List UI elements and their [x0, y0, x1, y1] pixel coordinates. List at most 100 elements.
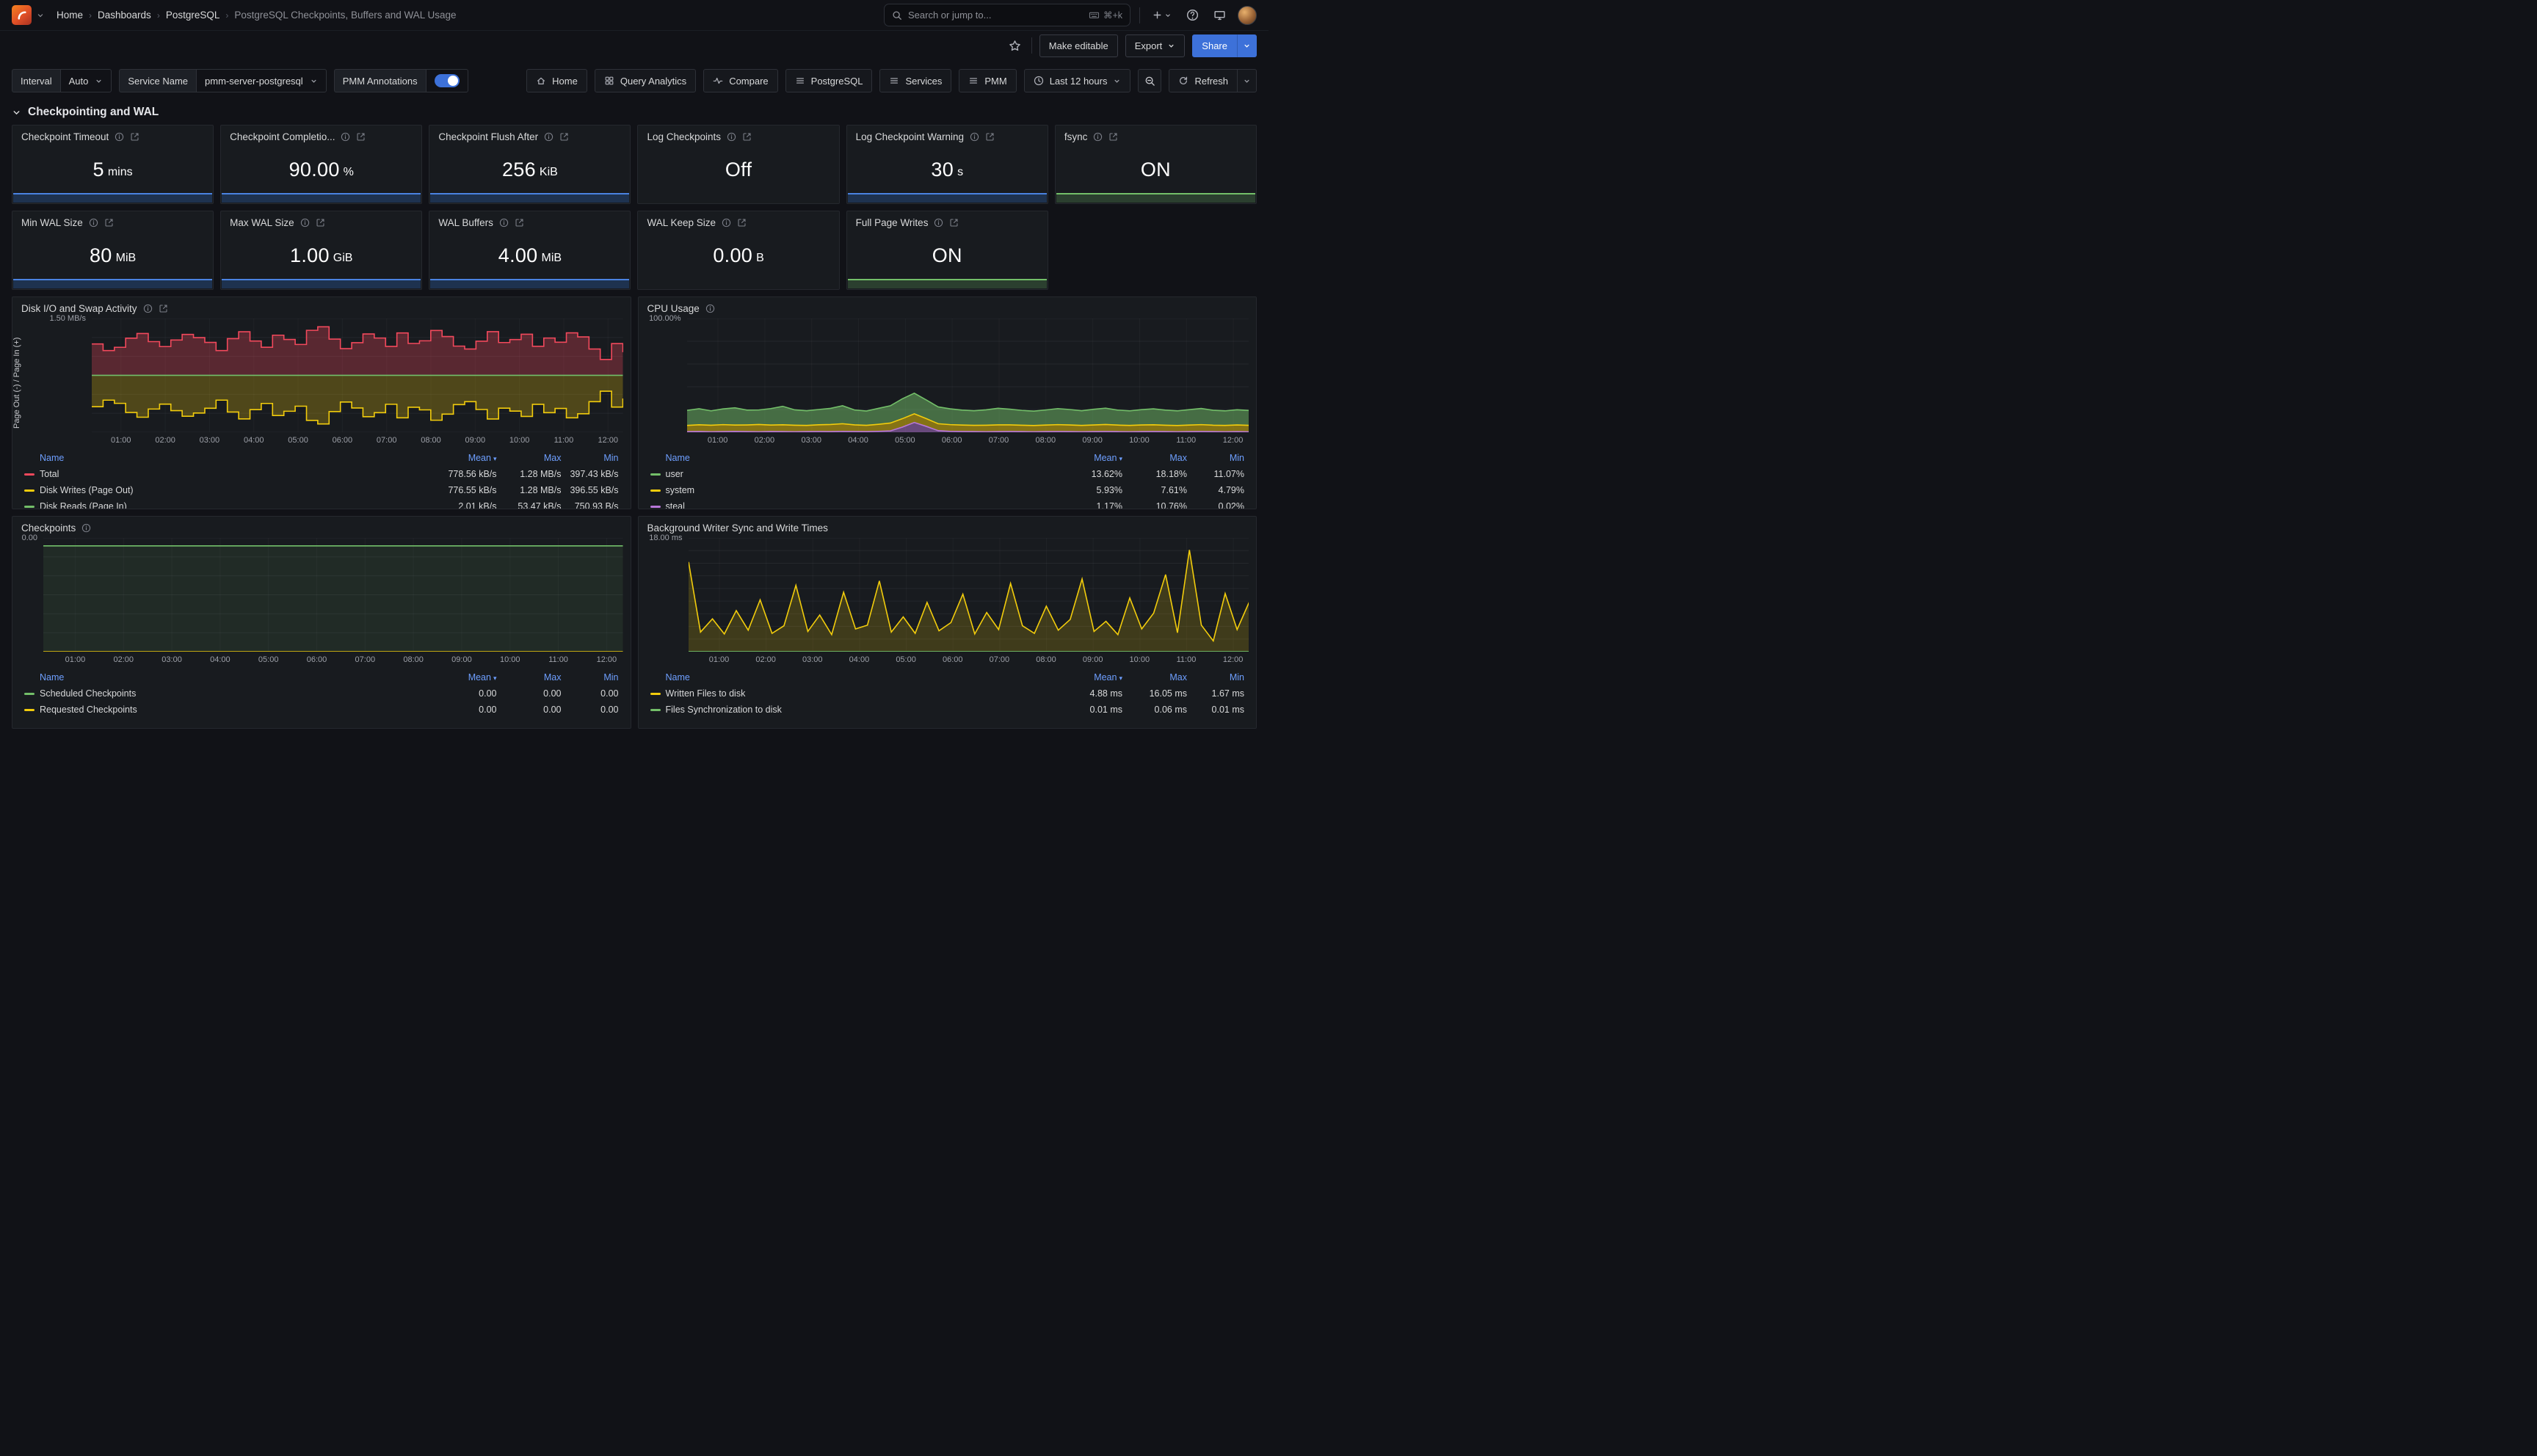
info-icon[interactable]: [970, 132, 979, 142]
external-link-icon[interactable]: [130, 132, 139, 142]
info-icon[interactable]: [544, 132, 554, 142]
legend-col-name[interactable]: Name: [24, 672, 420, 682]
info-icon[interactable]: [143, 304, 153, 313]
panel-title[interactable]: Full Page Writes: [856, 217, 929, 228]
legend-row-scheduled-checkpoints[interactable]: Scheduled Checkpoints0.000.000.00: [24, 685, 619, 702]
zoom-out-button[interactable]: [1138, 69, 1161, 92]
search-input[interactable]: Search or jump to... ⌘+k: [884, 4, 1130, 26]
legend-series-name[interactable]: Disk Writes (Page Out): [40, 485, 134, 495]
panel-title[interactable]: Log Checkpoints: [647, 131, 721, 142]
legend-row-files-synchronization-to-disk[interactable]: Files Synchronization to disk0.01 ms0.06…: [650, 702, 1245, 718]
avatar[interactable]: [1238, 6, 1257, 25]
info-icon[interactable]: [722, 218, 731, 228]
export-button[interactable]: Export: [1125, 34, 1186, 57]
panel-title[interactable]: Disk I/O and Swap Activity: [21, 303, 137, 314]
legend-col-max[interactable]: Max: [497, 453, 562, 463]
external-link-icon[interactable]: [316, 218, 325, 228]
panel-title[interactable]: Checkpoint Completio...: [230, 131, 335, 142]
legend-row-total[interactable]: Total778.56 kB/s1.28 MB/s397.43 kB/s: [24, 466, 619, 482]
external-link-icon[interactable]: [985, 132, 995, 142]
legend-series-name[interactable]: Files Synchronization to disk: [666, 705, 782, 715]
breadcrumb-item-postgresql[interactable]: PostgreSQL: [166, 10, 220, 21]
legend-row-disk-reads-page-in[interactable]: Disk Reads (Page In)2.01 kB/s53.47 kB/s7…: [24, 498, 619, 509]
chart-plot[interactable]: [43, 538, 623, 652]
nav-button-pmm[interactable]: PMM: [959, 69, 1016, 92]
external-link-icon[interactable]: [742, 132, 752, 142]
legend-col-min[interactable]: Min: [562, 672, 619, 682]
legend-col-min[interactable]: Min: [562, 453, 619, 463]
info-icon[interactable]: [727, 132, 736, 142]
legend-series-name[interactable]: Total: [40, 469, 59, 479]
panel-title[interactable]: Checkpoints: [21, 523, 76, 534]
external-link-icon[interactable]: [737, 218, 747, 228]
external-link-icon[interactable]: [159, 304, 168, 313]
legend-col-min[interactable]: Min: [1187, 672, 1244, 682]
info-icon[interactable]: [341, 132, 350, 142]
info-icon[interactable]: [1093, 132, 1103, 142]
legend-col-max[interactable]: Max: [1122, 453, 1187, 463]
external-link-icon[interactable]: [515, 218, 524, 228]
external-link-icon[interactable]: [1108, 132, 1118, 142]
legend-col-mean[interactable]: Mean▾: [1045, 453, 1122, 463]
panel-title[interactable]: Max WAL Size: [230, 217, 294, 228]
chart-plot[interactable]: [92, 318, 623, 432]
legend-series-name[interactable]: user: [666, 469, 683, 479]
legend-series-name[interactable]: Disk Reads (Page In): [40, 501, 127, 509]
panel-title[interactable]: Checkpoint Flush After: [438, 131, 538, 142]
share-button[interactable]: Share: [1192, 34, 1237, 57]
panel-title[interactable]: WAL Buffers: [438, 217, 493, 228]
panel-title[interactable]: CPU Usage: [647, 303, 700, 314]
nav-button-services[interactable]: Services: [879, 69, 951, 92]
help-button[interactable]: [1183, 6, 1202, 24]
external-link-icon[interactable]: [356, 132, 366, 142]
panel-title[interactable]: Checkpoint Timeout: [21, 131, 109, 142]
panel-title[interactable]: Log Checkpoint Warning: [856, 131, 964, 142]
legend-col-mean[interactable]: Mean▾: [1045, 672, 1122, 682]
breadcrumb-item-home[interactable]: Home: [57, 10, 83, 21]
info-icon[interactable]: [81, 523, 91, 533]
org-switcher-chevron-icon[interactable]: [36, 11, 45, 20]
monitor-button[interactable]: [1211, 6, 1229, 24]
star-button[interactable]: [1006, 37, 1024, 55]
legend-col-name[interactable]: Name: [650, 672, 1046, 682]
external-link-icon[interactable]: [949, 218, 959, 228]
service-name-select[interactable]: pmm-server-postgresql: [196, 69, 327, 92]
breadcrumb-item-dashboards[interactable]: Dashboards: [98, 10, 151, 21]
legend-row-steal[interactable]: steal1.17%10.76%0.02%: [650, 498, 1245, 509]
info-icon[interactable]: [115, 132, 124, 142]
info-icon[interactable]: [934, 218, 943, 228]
legend-col-max[interactable]: Max: [497, 672, 562, 682]
chart-plot[interactable]: [689, 538, 1249, 652]
pmm-logo[interactable]: [12, 5, 32, 25]
share-menu-button[interactable]: [1237, 34, 1257, 57]
make-editable-button[interactable]: Make editable: [1039, 34, 1118, 57]
external-link-icon[interactable]: [559, 132, 569, 142]
refresh-button[interactable]: Refresh: [1169, 69, 1238, 92]
panel-title[interactable]: WAL Keep Size: [647, 217, 716, 228]
legend-row-requested-checkpoints[interactable]: Requested Checkpoints0.000.000.00: [24, 702, 619, 718]
legend-col-max[interactable]: Max: [1122, 672, 1187, 682]
panel-title[interactable]: fsync: [1064, 131, 1088, 142]
legend-series-name[interactable]: Written Files to disk: [666, 688, 746, 699]
info-icon[interactable]: [705, 304, 715, 313]
legend-col-mean[interactable]: Mean▾: [420, 672, 497, 682]
legend-row-system[interactable]: system5.93%7.61%4.79%: [650, 482, 1245, 498]
panel-title[interactable]: Background Writer Sync and Write Times: [647, 523, 828, 534]
legend-col-min[interactable]: Min: [1187, 453, 1244, 463]
section-header-checkpointing-and-wal[interactable]: Checkpointing and WAL: [12, 101, 1257, 125]
nav-button-compare[interactable]: Compare: [703, 69, 777, 92]
info-icon[interactable]: [300, 218, 310, 228]
legend-row-user[interactable]: user13.62%18.18%11.07%: [650, 466, 1245, 482]
info-icon[interactable]: [499, 218, 509, 228]
legend-col-name[interactable]: Name: [650, 453, 1046, 463]
legend-col-mean[interactable]: Mean▾: [420, 453, 497, 463]
panel-title[interactable]: Min WAL Size: [21, 217, 83, 228]
refresh-interval-button[interactable]: [1238, 69, 1257, 92]
nav-button-postgresql[interactable]: PostgreSQL: [785, 69, 873, 92]
info-icon[interactable]: [89, 218, 98, 228]
nav-button-home[interactable]: Home: [526, 69, 587, 92]
legend-series-name[interactable]: Scheduled Checkpoints: [40, 688, 136, 699]
nav-button-query-analytics[interactable]: Query Analytics: [595, 69, 696, 92]
legend-row-disk-writes-page-out[interactable]: Disk Writes (Page Out)776.55 kB/s1.28 MB…: [24, 482, 619, 498]
add-button[interactable]: [1149, 7, 1175, 23]
